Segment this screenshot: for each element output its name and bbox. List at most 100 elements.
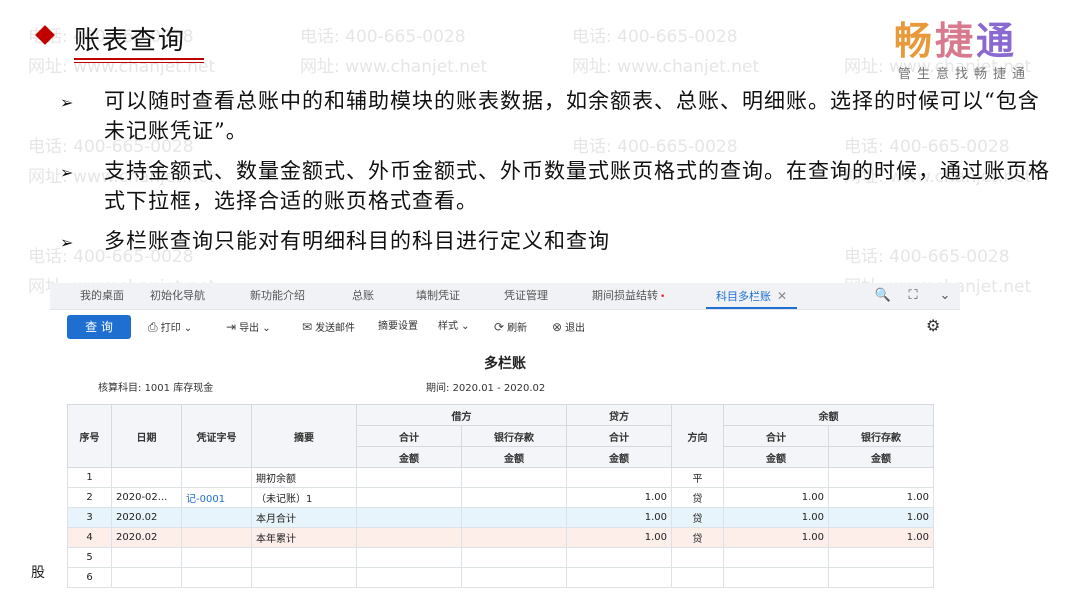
- tab-new-features[interactable]: 新功能介绍: [250, 283, 305, 309]
- cell-credit-total: [566, 567, 672, 588]
- cell-balance-bank: [828, 467, 934, 488]
- cell-balance-total: 1.00: [723, 527, 829, 548]
- cell-balance-total: 1.00: [723, 487, 829, 508]
- header-summary: 摘要: [251, 404, 357, 468]
- cell-credit-total: 1.00: [566, 487, 672, 508]
- bullet-text: 多栏账查询只能对有明细科目的科目进行定义和查询: [104, 229, 610, 253]
- header-amount: 金额: [461, 446, 567, 468]
- cell-date: [111, 467, 182, 488]
- bullet-item: ➢ 支持金额式、数量金额式、外币金额式、外币数量式账页格式的查询。在查询的时候，…: [60, 156, 1055, 216]
- summary-settings-button[interactable]: 摘要设置: [378, 318, 418, 336]
- tab-voucher-mgmt[interactable]: 凭证管理: [504, 283, 548, 309]
- tab-init-nav[interactable]: 初始化导航: [150, 283, 205, 309]
- send-email-button[interactable]: ✉ 发送邮件: [302, 318, 355, 336]
- bullet-item: ➢ 多栏账查询只能对有明细科目的科目进行定义和查询: [60, 226, 1055, 258]
- cell-balance-bank: 1.00: [828, 507, 934, 528]
- cell-balance-total: [723, 467, 829, 488]
- header-seq: 序号: [67, 404, 112, 468]
- cell-credit-total: [566, 547, 672, 568]
- cell-voucher: [181, 507, 252, 528]
- cell-seq: 5: [67, 547, 112, 568]
- logo-tagline: 管生意找畅捷通: [898, 67, 1032, 82]
- period-info: 期间: 2020.01 - 2020.02: [426, 383, 546, 394]
- chevron-down-icon[interactable]: ⌄: [934, 283, 956, 309]
- watermark-site: 网址: www.chanjet.net: [300, 57, 488, 77]
- title-underline: [74, 58, 204, 60]
- cell-seq: 3: [67, 507, 112, 528]
- cell-debit-bank: [461, 547, 567, 568]
- header-total: 合计: [723, 425, 829, 447]
- tab-fill-voucher[interactable]: 填制凭证: [416, 283, 460, 309]
- header-date: 日期: [111, 404, 182, 468]
- cell-summary: 本年累计: [251, 527, 357, 548]
- table-row[interactable]: 1 期初余额 平: [67, 467, 934, 488]
- table-row[interactable]: 2 2020-02... 记-0001 （未记账）1 1.00 贷 1.00 1…: [67, 487, 934, 508]
- tab-bar: 我的桌面 初始化导航 新功能介绍 总账 填制凭证 凭证管理 期间损益结转 • 科目…: [50, 283, 960, 310]
- table-row[interactable]: 3 2020.02 本月合计 1.00 贷 1.00 1.00: [67, 507, 934, 528]
- header-direction: 方向: [671, 404, 724, 468]
- cell-balance-total: [723, 567, 829, 588]
- cell-direction: [671, 547, 724, 568]
- cell-voucher: [181, 567, 252, 588]
- cell-balance-bank: 1.00: [828, 487, 934, 508]
- refresh-button[interactable]: ⟳ 刷新: [494, 318, 527, 336]
- cell-seq: 2: [67, 487, 112, 508]
- voucher-link[interactable]: 记-0001: [181, 487, 252, 508]
- ledger-table: 序号 日期 凭证字号 摘要 借方 贷方 方向 余额 合计 银行存款 合计 合计 …: [67, 404, 934, 588]
- close-icon[interactable]: ✕: [777, 289, 787, 303]
- cell-balance-bank: [828, 547, 934, 568]
- cell-date: 2020.02: [111, 507, 182, 528]
- print-button[interactable]: ⎙ 打印 ⌄: [148, 318, 192, 336]
- cell-date: [111, 547, 182, 568]
- export-button[interactable]: ⇥ 导出 ⌄: [226, 318, 271, 336]
- slide-title: 账表查询: [74, 26, 187, 56]
- tab-multicolumn-ledger[interactable]: 科目多栏账 ✕: [706, 283, 798, 309]
- cell-debit-total: [356, 487, 462, 508]
- arrow-bullet-icon: ➢: [60, 233, 74, 252]
- cell-summary: （未记账）1: [251, 487, 357, 508]
- header-voucher: 凭证字号: [181, 404, 252, 468]
- cell-summary: [251, 547, 357, 568]
- query-button[interactable]: 查 询: [67, 315, 131, 339]
- table-row[interactable]: 4 2020.02 本年累计 1.00 贷 1.00 1.00: [67, 527, 934, 548]
- mail-icon: ✉: [302, 320, 313, 334]
- header-amount: 金额: [356, 446, 462, 468]
- exit-button[interactable]: ⊗ 退出: [552, 318, 585, 336]
- cell-debit-total: [356, 567, 462, 588]
- tab-my-desktop[interactable]: 我的桌面: [80, 283, 124, 309]
- cell-debit-total: [356, 507, 462, 528]
- table-row[interactable]: 5: [67, 547, 934, 568]
- header-amount: 金额: [566, 446, 672, 468]
- tab-period-pnl[interactable]: 期间损益结转 •: [592, 283, 665, 309]
- search-icon[interactable]: 🔍: [872, 283, 894, 309]
- table-row[interactable]: 6: [67, 567, 934, 588]
- cell-direction: 贷: [671, 527, 724, 548]
- arrow-bullet-icon: ➢: [60, 93, 74, 112]
- expand-icon[interactable]: ⛶: [902, 283, 924, 309]
- header-bank: 银行存款: [828, 425, 934, 447]
- cell-date: [111, 567, 182, 588]
- cell-summary: 本月合计: [251, 507, 357, 528]
- cell-credit-total: [566, 467, 672, 488]
- cell-seq: 1: [67, 467, 112, 488]
- cell-voucher: [181, 527, 252, 548]
- refresh-icon: ⟳: [494, 320, 505, 334]
- watermark-phone: 电话: 400-665-0028: [300, 27, 466, 47]
- header-amount: 金额: [723, 446, 829, 468]
- cell-direction: 贷: [671, 507, 724, 528]
- header-debit: 借方: [356, 404, 567, 426]
- export-icon: ⇥: [226, 320, 237, 334]
- header-total: 合计: [356, 425, 462, 447]
- toolbar: 查 询 ⎙ 打印 ⌄ ⇥ 导出 ⌄ ✉ 发送邮件 摘要设置 样式 ⌄ ⟳ 刷新 ⊗ 退出 …: [50, 310, 960, 344]
- header-bank: 银行存款: [461, 425, 567, 447]
- cell-debit-total: [356, 467, 462, 488]
- header-credit: 贷方: [566, 404, 672, 426]
- tab-general-ledger[interactable]: 总账: [352, 283, 374, 309]
- cell-debit-total: [356, 527, 462, 548]
- cell-debit-bank: [461, 527, 567, 548]
- style-dropdown[interactable]: 样式 ⌄: [438, 318, 470, 336]
- title-underline: [74, 62, 204, 63]
- cell-date: 2020.02: [111, 527, 182, 548]
- cell-direction: 贷: [671, 487, 724, 508]
- gear-icon[interactable]: ⚙: [926, 316, 940, 335]
